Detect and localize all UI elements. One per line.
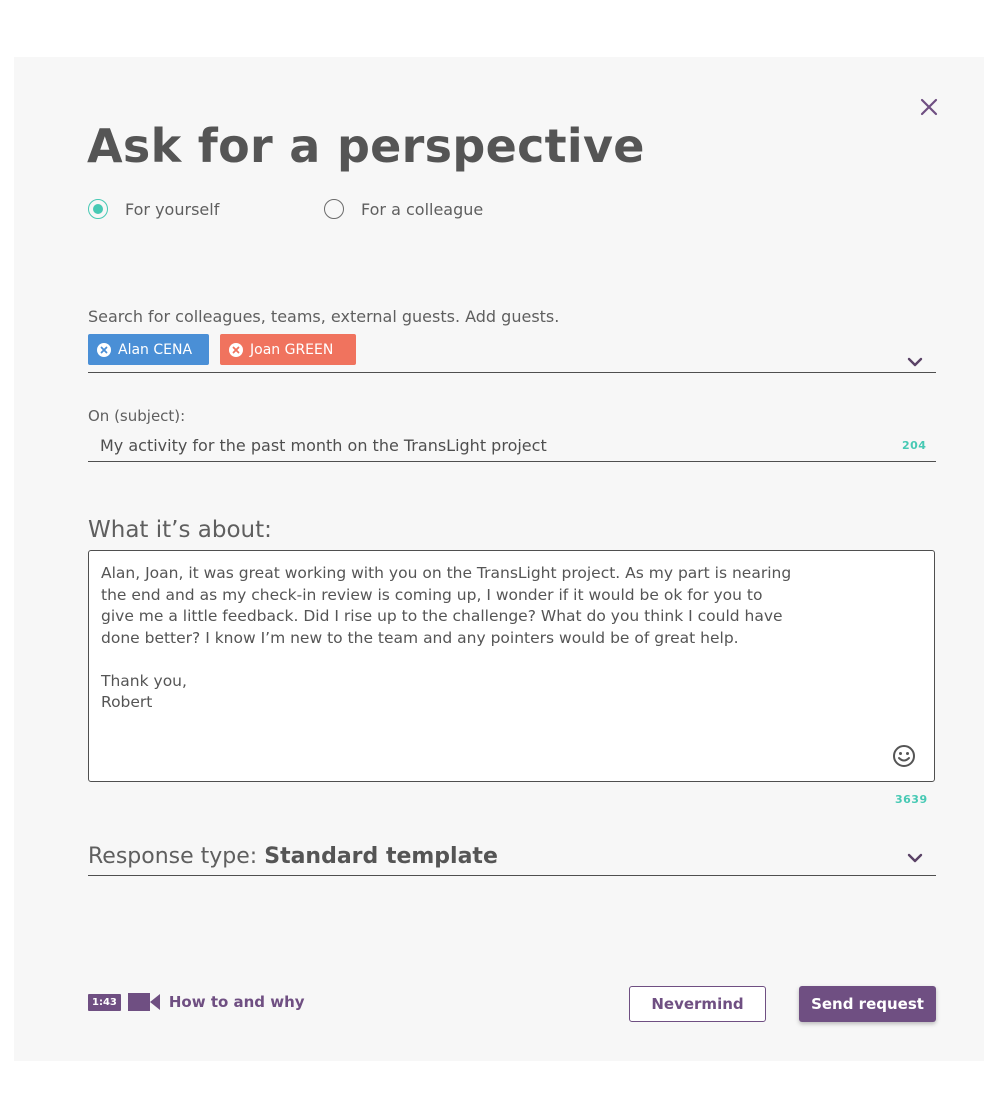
remove-chip-icon[interactable]: [229, 342, 243, 357]
response-underline: [88, 875, 936, 876]
subject-char-counter: 204: [902, 439, 927, 452]
radio-label: For a colleague: [361, 199, 484, 219]
close-icon[interactable]: [919, 97, 939, 117]
nevermind-button[interactable]: Nevermind: [629, 986, 766, 1022]
send-request-button[interactable]: Send request: [799, 986, 936, 1022]
about-text: Alan, Joan, it was great working with yo…: [101, 564, 792, 711]
subject-input[interactable]: [88, 429, 890, 461]
smiley-icon[interactable]: [892, 744, 916, 768]
subject-label: On (subject):: [88, 407, 186, 425]
recipient-chip-joan: Joan GREEN: [220, 334, 356, 365]
response-type-value: Standard template: [264, 843, 498, 869]
recipients-underline: [88, 372, 936, 373]
chip-label: Alan CENA: [118, 341, 193, 358]
recipients-chevron-down-icon[interactable]: [907, 357, 923, 367]
about-textarea[interactable]: Alan, Joan, it was great working with yo…: [88, 550, 935, 782]
radio-for-colleague[interactable]: For a colleague: [324, 199, 483, 219]
how-to-link-label: How to and why: [168, 993, 305, 1011]
video-camera-icon: [127, 993, 160, 1011]
response-type-label: Response type:: [88, 843, 265, 869]
radio-unchecked-icon: [324, 199, 344, 219]
recipient-chip-alan: Alan CENA: [88, 334, 209, 365]
chip-label: Joan GREEN: [250, 341, 334, 358]
video-duration-badge: 1:43: [88, 993, 121, 1011]
dialog-title: Ask for a perspective: [87, 119, 645, 173]
about-char-counter: 3639: [895, 793, 928, 806]
radio-label: For yourself: [125, 199, 220, 219]
about-label: What it’s about:: [88, 517, 272, 543]
recipients-label: Search for colleagues, teams, external g…: [88, 307, 560, 326]
subject-underline: [88, 461, 936, 462]
how-to-video-link[interactable]: 1:43 How to and why: [88, 992, 305, 1012]
ask-perspective-dialog: Ask for a perspective For yourself For a…: [14, 57, 984, 1061]
radio-for-yourself[interactable]: For yourself: [88, 199, 219, 219]
response-chevron-down-icon[interactable]: [907, 853, 923, 863]
radio-checked-icon: [88, 199, 108, 219]
response-type-select[interactable]: Response type: Standard template: [88, 837, 936, 875]
remove-chip-icon[interactable]: [97, 342, 111, 357]
